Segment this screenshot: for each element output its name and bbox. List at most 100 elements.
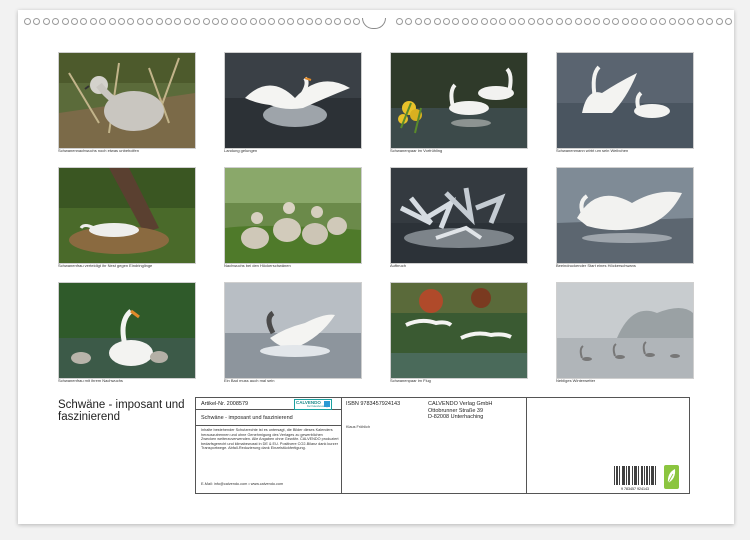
photo-cygnet xyxy=(58,52,196,149)
binding-hole xyxy=(715,18,723,25)
photo-swan-courtship xyxy=(556,52,694,149)
binding-hole xyxy=(99,18,107,25)
photo-caption: Landung gelungen xyxy=(224,148,258,153)
binding-hole xyxy=(649,18,657,25)
barcode-icon: 9 783457 924143 xyxy=(614,466,656,491)
photo-swan-with-cygnets xyxy=(58,282,196,379)
binding-hole xyxy=(353,18,360,25)
article-number: Artikel-Nr. 2008579 xyxy=(201,401,249,407)
photo-winter-fog xyxy=(556,282,694,379)
binding-hole xyxy=(537,18,544,25)
binding-hole xyxy=(640,18,648,25)
isbn: ISBN 9783457924143 xyxy=(346,401,401,407)
binding-hole xyxy=(315,18,323,25)
binding-hole xyxy=(306,18,313,25)
binding-hole xyxy=(287,18,295,25)
photo-caption: Schwanenfrau mit ihrem Nachwuchs xyxy=(58,378,123,383)
binding-hole xyxy=(480,18,488,25)
binding-hole xyxy=(202,18,210,25)
binding-hole xyxy=(546,18,554,25)
binding-hole xyxy=(508,18,516,25)
binding-hole xyxy=(518,18,526,25)
binding-hole xyxy=(461,18,469,25)
green-leaf-logo-icon xyxy=(664,465,679,489)
calvendo-logo-icon: CALVENDO Der Kalender­verlag xyxy=(294,399,332,410)
binding-hole xyxy=(334,18,342,25)
binding-hole xyxy=(424,18,432,25)
binding-hole xyxy=(296,18,304,25)
binding-hole xyxy=(146,18,154,25)
binding-hole xyxy=(602,18,610,25)
photo-caption: Ein Bad muss auch mal sein xyxy=(224,378,275,383)
binding-hole xyxy=(127,18,135,25)
binding-hole xyxy=(499,18,507,25)
binding-hole xyxy=(108,18,116,25)
photo-swan-bathing xyxy=(224,282,362,379)
binding-hole xyxy=(706,18,714,25)
binding-hole xyxy=(555,18,563,25)
binding-hole xyxy=(71,18,78,25)
contact-line: E-Mail: info@calvendo.com • www.calvendo… xyxy=(201,482,284,486)
photo-swan-nest xyxy=(58,167,196,264)
binding-hole xyxy=(212,18,219,25)
binding-hole xyxy=(324,18,332,25)
binding-hole xyxy=(687,18,695,25)
photo-swans-takeoff xyxy=(390,167,528,264)
photo-swans-flying xyxy=(390,282,528,379)
calendar-short-title: Schwäne - imposant und faszinierend xyxy=(201,415,293,421)
photo-caption: Schwanennachwuchs noch etwas unbeholfen xyxy=(58,148,139,153)
binding-hole xyxy=(89,18,97,25)
binding-hole xyxy=(490,18,497,25)
binding-hole xyxy=(631,18,638,25)
photo-caption: Beeindruckender Start eines Höckerschwan… xyxy=(556,263,636,268)
legal-notice: Inhalte bestehender Schutzrechte ist es … xyxy=(201,428,339,451)
binding-hole xyxy=(621,18,629,25)
photo-caption: Schwanenpaar im Flug xyxy=(390,378,431,383)
binding-hole xyxy=(725,18,732,25)
binding-hole xyxy=(668,18,676,25)
photo-caption: Schwanenmann wirbt um sein Weibchen xyxy=(556,148,629,153)
author: Klaus Fröhlich xyxy=(346,425,371,429)
binding-hole xyxy=(136,18,144,25)
binding-hole xyxy=(414,18,422,25)
binding-hole xyxy=(452,18,460,25)
binding-hole xyxy=(165,18,172,25)
binding-hole xyxy=(443,18,450,25)
photo-caption: Schwanenpaar im Vorfrühling xyxy=(390,148,443,153)
publisher-line-3: D-82008 Unterhaching xyxy=(428,414,484,420)
photo-caption: Aufbruch xyxy=(390,263,407,268)
binding-hole xyxy=(155,18,163,25)
binding-hole xyxy=(221,18,229,25)
binding-hole xyxy=(249,18,257,25)
binding-hole xyxy=(471,18,479,25)
photo-caption: Schwanenfrau verteidigt ihr Nest gegen E… xyxy=(58,263,153,268)
svg-text:9 783457 924143: 9 783457 924143 xyxy=(621,487,649,491)
binding-hole xyxy=(61,18,69,25)
photo-swan-pair-spring xyxy=(390,52,528,149)
binding-hole xyxy=(80,18,88,25)
binding-hole xyxy=(24,18,31,25)
binding-hole xyxy=(230,18,238,25)
photo-caption: Nebliges Winterwetter xyxy=(556,378,596,383)
binding-hole xyxy=(584,18,591,25)
binding-hole xyxy=(593,18,601,25)
binding-hole xyxy=(259,18,266,25)
product-info-box: Artikel-Nr. 2008579 CALVENDO Der Kalende… xyxy=(195,397,690,494)
binding-hole xyxy=(343,18,351,25)
binding-hole xyxy=(174,18,182,25)
photo-cygnets-group xyxy=(224,167,362,264)
calendar-title: Schwäne - imposant und faszinierend xyxy=(58,399,185,423)
binding-hole xyxy=(118,18,125,25)
binding-hole xyxy=(33,18,41,25)
binding-hole xyxy=(268,18,276,25)
binding-hole xyxy=(678,18,685,25)
binding-hole xyxy=(52,18,60,25)
photo-swan-start xyxy=(556,167,694,264)
photo-swan-landing xyxy=(224,52,362,149)
binding-hole xyxy=(696,18,704,25)
binding-hole xyxy=(405,18,413,25)
binding-hole xyxy=(612,18,620,25)
binding-hole xyxy=(193,18,201,25)
binding-hole xyxy=(183,18,191,25)
binding-hole xyxy=(527,18,535,25)
